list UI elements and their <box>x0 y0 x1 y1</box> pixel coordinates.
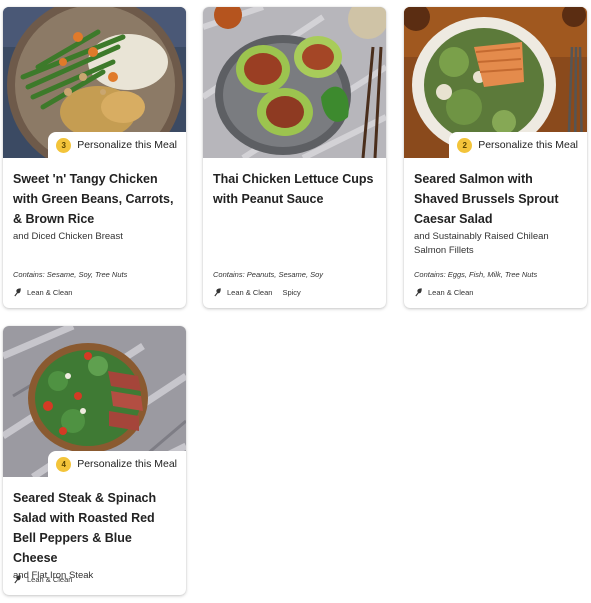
meal-photo[interactable]: 3 Personalize this Meal <box>3 7 186 158</box>
tag-lean-clean: Lean & Clean <box>27 575 73 584</box>
meal-card[interactable]: 4 Personalize this Meal Seared Steak & S… <box>3 326 186 595</box>
diet-tags: Lean & Clean <box>414 288 473 297</box>
meal-protein: and Diced Chicken Breast <box>13 231 123 242</box>
meal-card[interactable]: 3 Personalize this Meal Sweet 'n' Tangy … <box>3 7 186 308</box>
tag-lean-clean: Lean & Clean <box>428 288 474 297</box>
badge-number: 4 <box>56 456 72 472</box>
allergen-info: Contains: Eggs, Fish, Milk, Tree Nuts <box>414 270 538 279</box>
tag-lean-clean: Lean & Clean <box>227 288 273 297</box>
personalize-label: Personalize this Meal <box>77 458 177 470</box>
allergen-info: Contains: Sesame, Soy, Tree Nuts <box>13 270 128 279</box>
meal-photo[interactable]: 4 Personalize this Meal <box>3 326 186 477</box>
diet-tags: Lean & Clean <box>13 288 72 297</box>
diet-tags: Lean & Clean <box>13 575 72 584</box>
leaf-icon <box>14 288 21 297</box>
diet-tags: Lean & Clean Spicy <box>213 288 301 297</box>
personalize-badge[interactable]: 4 Personalize this Meal <box>48 451 186 477</box>
meal-title[interactable]: Thai Chicken Lettuce Cups with Peanut Sa… <box>213 169 376 209</box>
meal-title[interactable]: Seared Steak & Spinach Salad with Roaste… <box>13 488 176 568</box>
leaf-icon <box>214 288 221 297</box>
badge-number: 2 <box>457 137 473 153</box>
meal-card[interactable]: Thai Chicken Lettuce Cups with Peanut Sa… <box>203 7 386 308</box>
allergen-info: Contains: Peanuts, Sesame, Soy <box>213 270 324 279</box>
leaf-icon <box>14 575 21 584</box>
meal-protein: and Sustainably Raised Chilean Salmon Fi… <box>414 231 549 256</box>
personalize-badge[interactable]: 2 Personalize this Meal <box>449 132 587 158</box>
personalize-label: Personalize this Meal <box>77 139 177 151</box>
leaf-icon <box>415 288 422 297</box>
tag-lean-clean: Lean & Clean <box>27 288 73 297</box>
meal-photo[interactable] <box>203 7 386 158</box>
personalize-badge[interactable]: 3 Personalize this Meal <box>48 132 186 158</box>
meal-card[interactable]: 2 Personalize this Meal Seared Salmon wi… <box>404 7 587 308</box>
tag-spicy: Spicy <box>282 288 301 297</box>
meal-photo[interactable]: 2 Personalize this Meal <box>404 7 587 158</box>
meal-grid: 3 Personalize this Meal Sweet 'n' Tangy … <box>0 0 591 603</box>
meal-title[interactable]: Sweet 'n' Tangy Chicken with Green Beans… <box>13 169 176 229</box>
meal-title[interactable]: Seared Salmon with Shaved Brussels Sprou… <box>414 169 577 229</box>
badge-number: 3 <box>56 137 72 153</box>
personalize-label: Personalize this Meal <box>478 139 578 151</box>
